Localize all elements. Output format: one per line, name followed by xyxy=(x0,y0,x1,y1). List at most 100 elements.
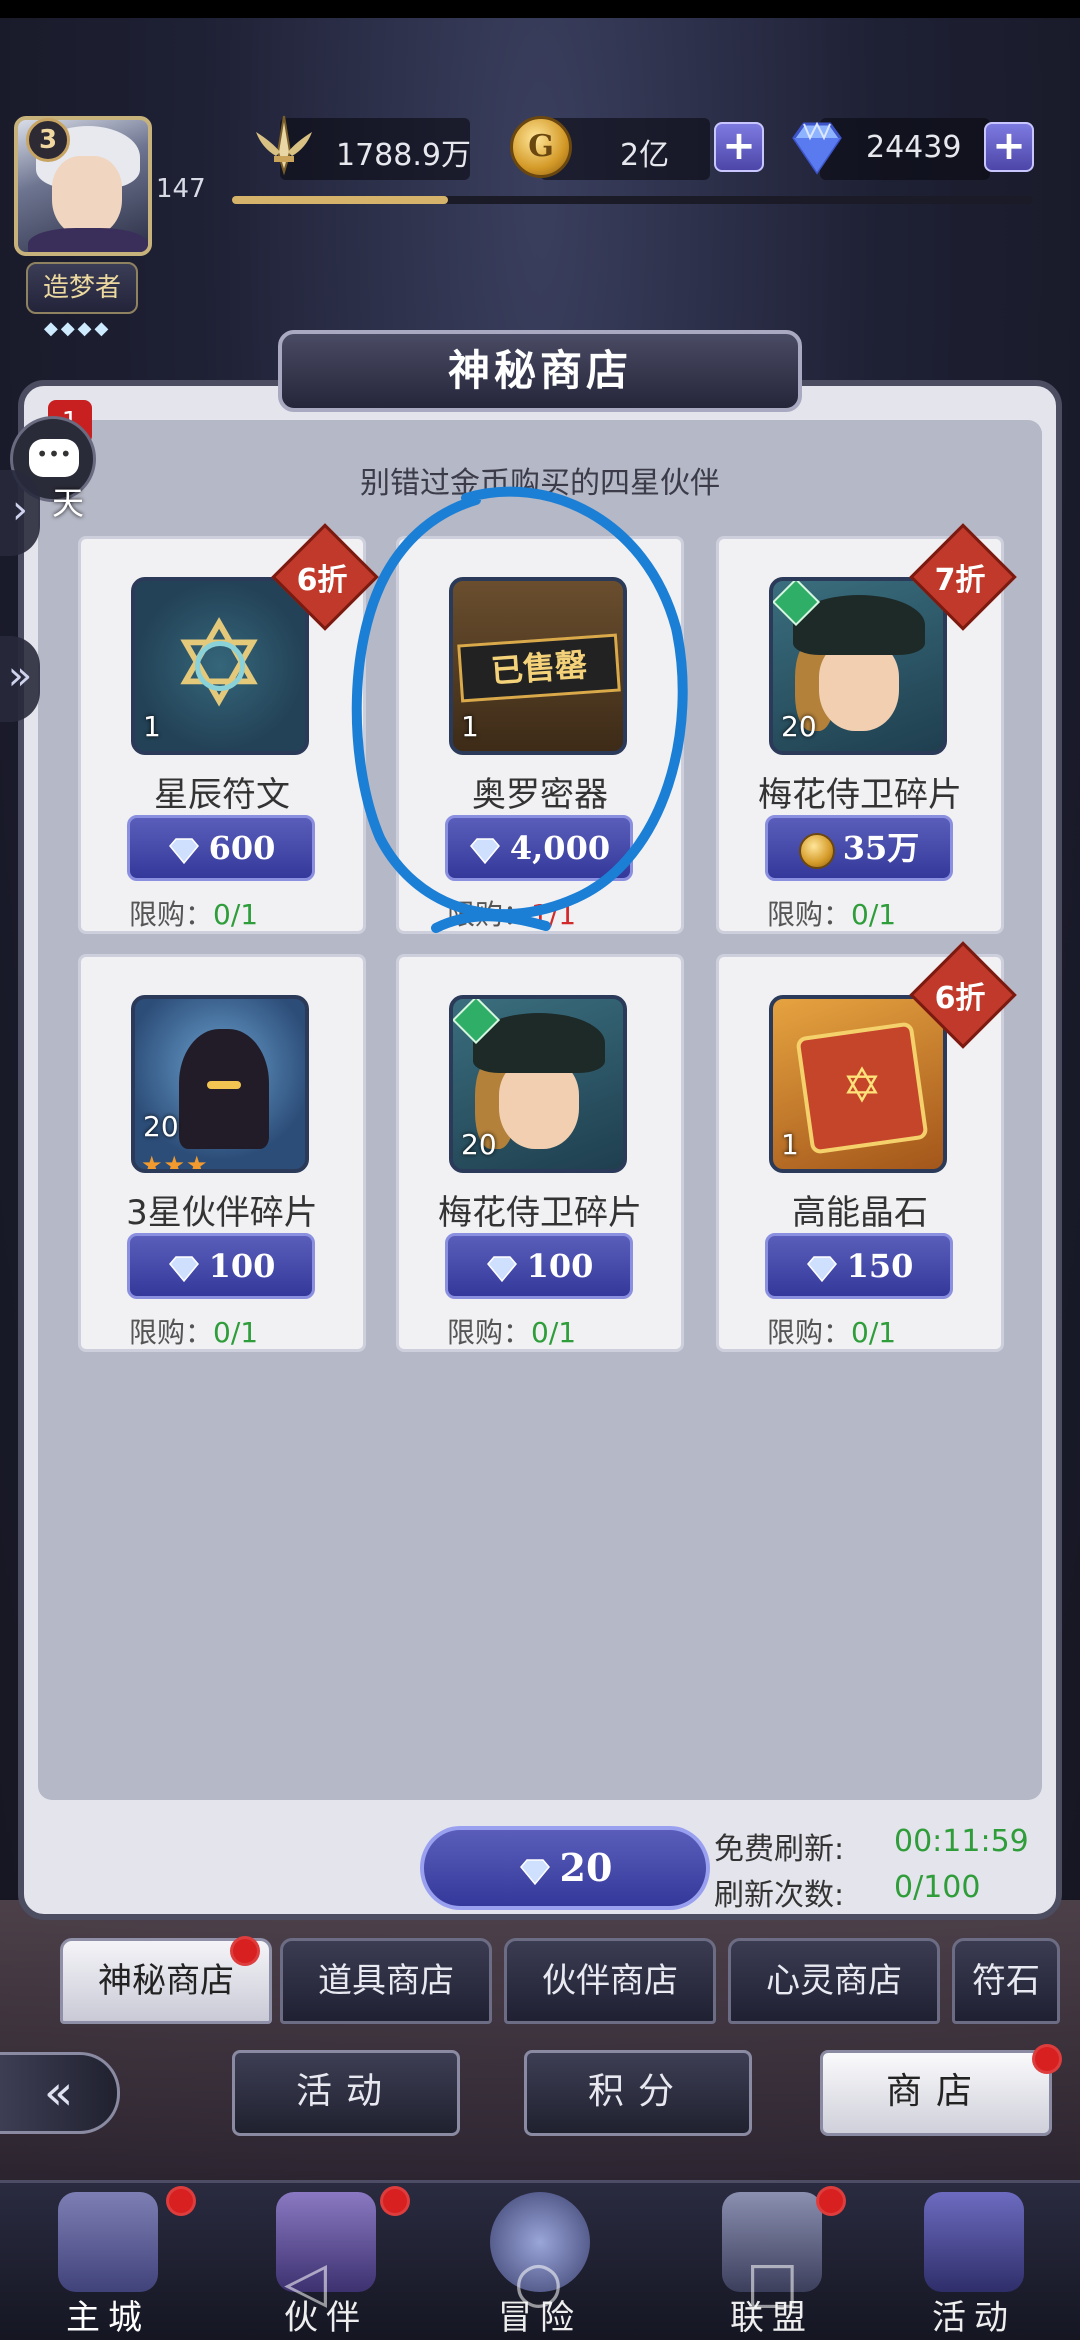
purchase-limit: 限购：0/1 xyxy=(767,1311,896,1351)
discount-badge: 6折 xyxy=(934,981,986,1016)
purchase-limit: 限购：0/1 xyxy=(447,1311,576,1351)
subnav-points[interactable]: 积分 xyxy=(524,2050,752,2136)
system-recents-icon[interactable]: □ xyxy=(746,2250,799,2315)
hood-cloak xyxy=(179,1029,269,1149)
discount-badge: 7折 xyxy=(934,563,986,598)
diamond-icon xyxy=(168,837,199,864)
buy-button[interactable]: 35万 xyxy=(765,815,953,881)
limit-count: 0/1 xyxy=(851,898,897,931)
diamond-icon xyxy=(168,1255,199,1282)
status-bar xyxy=(0,0,1080,18)
tab-spirit-shop[interactable]: 心灵商店 xyxy=(728,1938,940,2024)
diamond-icon xyxy=(792,121,842,175)
subnav-shop[interactable]: 商店 xyxy=(820,2050,1052,2136)
limit-label: 限购： xyxy=(767,1316,852,1349)
item-name: 星辰符文 xyxy=(154,775,290,815)
diamond-icon xyxy=(486,1255,517,1282)
item-name: 梅花侍卫碎片 xyxy=(438,1193,642,1233)
tab-item-shop[interactable]: 道具商店 xyxy=(280,1938,492,2024)
xp-bar-fill xyxy=(232,196,448,204)
price-value: 35万 xyxy=(842,829,920,867)
notification-dot xyxy=(1032,2044,1062,2074)
item-qty: 1 xyxy=(143,710,161,743)
item-qty: 20 xyxy=(781,710,817,743)
shop-title: 神秘商店 xyxy=(278,330,802,412)
plum-guard-shard-icon: 20 xyxy=(449,995,627,1173)
refresh-count-info: 刷新次数: 0/100 xyxy=(714,1870,980,1914)
chat-bubble-icon: ••• xyxy=(29,439,79,477)
tab-rune-shop[interactable]: 符石 xyxy=(952,1938,1060,2024)
price-value: 100 xyxy=(526,1247,594,1285)
item-name: 高能晶石 xyxy=(792,1193,928,1233)
side-expand-handle[interactable]: › xyxy=(0,470,40,556)
gold-value: 2亿 xyxy=(620,138,670,173)
buy-button[interactable]: 100 xyxy=(445,1233,633,1299)
price-value: 150 xyxy=(846,1247,914,1285)
item-qty: 1 xyxy=(781,1128,799,1161)
cards-icon xyxy=(924,2192,1024,2292)
player-level-value: 147 xyxy=(156,174,206,204)
plum-guard-shard-icon: 20 xyxy=(769,577,947,755)
tab-partner-shop[interactable]: 伙伴商店 xyxy=(504,1938,716,2024)
back-arrow-button[interactable]: « xyxy=(0,2052,120,2134)
item-name: 3星伙伴碎片 xyxy=(126,1193,318,1233)
chat-label: 天 xyxy=(52,484,85,522)
shop-item-card[interactable]: 20 梅花侍卫碎片 100 限购：0/1 xyxy=(396,954,684,1352)
price-value: 100 xyxy=(208,1247,276,1285)
system-back-icon[interactable]: ◁ xyxy=(284,2250,327,2315)
power-value: 1788.9万 xyxy=(336,138,471,173)
limit-count: 0/1 xyxy=(213,1316,259,1349)
limit-count: 0/1 xyxy=(213,898,259,931)
limit-label: 限购： xyxy=(767,898,852,931)
diamond-icon xyxy=(519,1858,550,1885)
nav-label: 活动 xyxy=(932,2298,1016,2338)
diamond-value: 24439 xyxy=(866,130,962,165)
system-home-icon[interactable]: ○ xyxy=(514,2250,563,2315)
limit-count: 0/1 xyxy=(851,1316,897,1349)
free-refresh-timer: 00:11:59 xyxy=(894,1824,1029,1859)
item-qty: 20 xyxy=(461,1128,497,1161)
limit-count: 0/1 xyxy=(531,1316,577,1349)
rank-stars: ◆◆◆◆ xyxy=(44,318,112,339)
free-refresh-info: 免费刷新: 00:11:59 xyxy=(714,1824,1029,1868)
side-expand-handle-2[interactable]: » xyxy=(0,636,40,722)
item-name: 梅花侍卫碎片 xyxy=(758,775,962,815)
refresh-cost: 20 xyxy=(559,1845,613,1890)
shop-item-card[interactable]: ✡ 1 6折 星辰符文 600 限购：0/1 xyxy=(78,523,379,934)
three-star-rating: ★★★ xyxy=(141,1151,209,1173)
purchase-limit: 限购：0/1 xyxy=(129,1311,258,1351)
buy-button[interactable]: 100 xyxy=(127,1233,315,1299)
shop-item-card[interactable]: 20 7折 梅花侍卫碎片 35万 限购：0/1 xyxy=(716,523,1017,934)
purchase-limit: 限购：0/1 xyxy=(129,893,258,933)
rank-title-badge[interactable]: 造梦者 xyxy=(26,262,138,314)
shop-item-card[interactable]: 20 ★★★ 3星伙伴碎片 100 限购：0/1 xyxy=(78,954,366,1352)
buy-button[interactable]: 600 xyxy=(127,815,315,881)
gold-coin-icon xyxy=(510,116,572,178)
buy-button[interactable]: 150 xyxy=(765,1233,953,1299)
sword-wings-icon xyxy=(256,115,312,176)
shop-item-card[interactable]: ✡ 1 6折 高能晶石 150 限购：0/1 xyxy=(716,941,1017,1352)
energy-crystal-icon: ✡ 1 xyxy=(769,995,947,1173)
notification-dot xyxy=(230,1936,260,1966)
nav-events[interactable]: 活动 xyxy=(874,2186,1074,2338)
star-rune-icon: ✡ 1 xyxy=(131,577,309,755)
limit-label: 限购： xyxy=(447,1316,532,1349)
avatar-coat xyxy=(28,228,148,252)
limit-label: 限购： xyxy=(129,898,214,931)
free-refresh-label: 免费刷新: xyxy=(714,1832,845,1867)
price-value: 600 xyxy=(208,829,276,867)
add-gold-button[interactable]: + xyxy=(714,122,764,172)
limit-label: 限购： xyxy=(129,1316,214,1349)
gold-coin-icon xyxy=(798,832,835,869)
annotation-circle xyxy=(351,486,688,933)
hood-eyes xyxy=(207,1081,241,1089)
item-qty: 20 xyxy=(143,1110,179,1143)
diamond-icon xyxy=(806,1255,837,1282)
notification-dot xyxy=(816,2186,846,2216)
refresh-count-value: 0/100 xyxy=(894,1870,981,1905)
purchase-limit: 限购：0/1 xyxy=(767,893,896,933)
refresh-button[interactable]: 20 xyxy=(420,1826,710,1910)
notification-dot xyxy=(380,2186,410,2216)
add-diamond-button[interactable]: + xyxy=(984,122,1034,172)
subnav-activity[interactable]: 活动 xyxy=(232,2050,460,2136)
